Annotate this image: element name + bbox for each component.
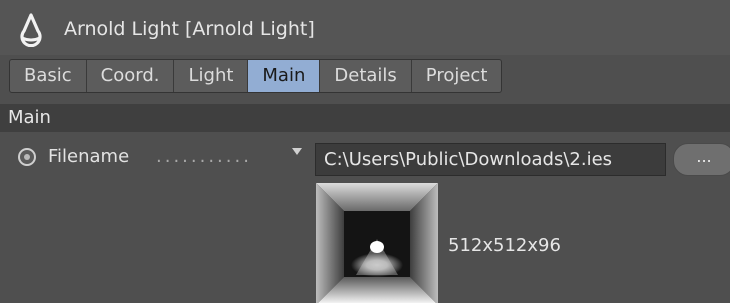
tab-light[interactable]: Light	[174, 60, 249, 92]
tab-project[interactable]: Project	[411, 60, 502, 92]
section-header: Main	[0, 104, 730, 132]
window-title: Arnold Light [Arnold Light]	[64, 18, 315, 40]
radio-dot	[24, 154, 30, 160]
tab-coord[interactable]: Coord.	[86, 60, 175, 92]
ies-preview-image	[316, 183, 438, 303]
tab-bar: Basic Coord. Light Main Details Project	[9, 59, 503, 93]
filename-leader-dots: ...........	[156, 146, 252, 167]
preview-resolution: 512x512x96	[448, 235, 561, 256]
tab-details[interactable]: Details	[320, 60, 412, 92]
filename-label: Filename	[48, 146, 130, 167]
arnold-light-icon	[20, 13, 42, 47]
animation-radio-icon[interactable]	[18, 148, 36, 166]
browse-button[interactable]: ...	[673, 143, 730, 176]
tab-basic[interactable]: Basic	[10, 60, 87, 92]
section-title: Main	[8, 107, 51, 128]
filename-dropdown-icon[interactable]	[292, 148, 302, 155]
tab-main[interactable]: Main	[248, 60, 321, 92]
title-bar: Arnold Light [Arnold Light]	[0, 0, 730, 55]
filename-path-field[interactable]: C:\Users\Public\Downloads\2.ies	[315, 143, 666, 176]
attribute-manager: Arnold Light [Arnold Light] Basic Coord.…	[0, 0, 730, 303]
